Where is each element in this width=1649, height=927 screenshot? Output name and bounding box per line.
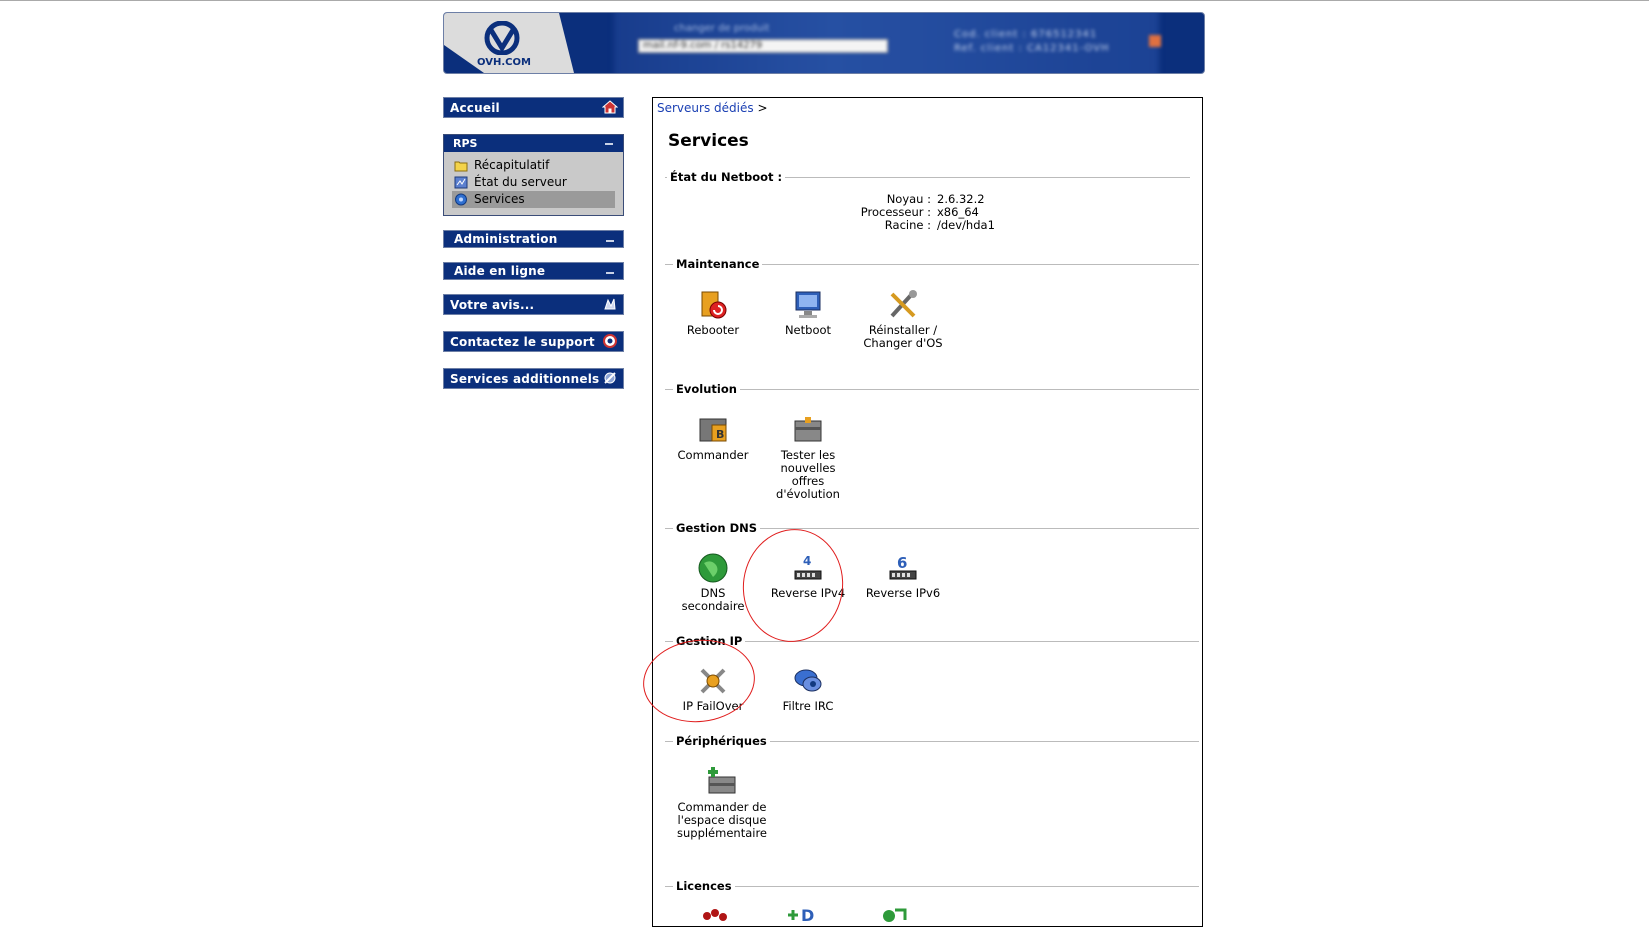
breadcrumb-link[interactable]: Serveurs dédiés xyxy=(657,101,754,115)
collapse-icon[interactable] xyxy=(606,240,614,242)
reverse-ipv6-icon: 6 xyxy=(889,554,917,580)
tile-reverse-ipv4[interactable]: 4 Reverse IPv4 xyxy=(763,551,853,600)
tools-icon xyxy=(890,290,917,318)
sidebar-item-administration[interactable]: Administration xyxy=(443,230,624,248)
tile-espace-disque[interactable]: Commander de l'espace disque supplémenta… xyxy=(674,765,770,840)
section-licences: Licences xyxy=(665,879,1199,893)
sidebar-item-aide[interactable]: Aide en ligne xyxy=(443,262,624,280)
collapse-icon[interactable] xyxy=(606,272,614,274)
rps-header[interactable]: RPS xyxy=(444,135,623,152)
section-peripheriques: Périphériques xyxy=(665,734,1199,748)
header-bar: OVH.COM changer de produit mail.nf-9.com… xyxy=(443,12,1205,74)
sidebar-item-additionnels[interactable]: Services additionnels xyxy=(443,368,624,389)
failover-icon xyxy=(700,668,726,694)
tile-reverse-ipv6[interactable]: 6 Reverse IPv6 xyxy=(858,551,948,600)
breadcrumb-separator: > xyxy=(757,101,768,115)
section-evolution: Evolution xyxy=(665,382,1199,396)
order-icon: B xyxy=(699,418,727,442)
collapse-icon[interactable] xyxy=(605,143,613,145)
sidebar-item-avis[interactable]: Votre avis... xyxy=(443,294,624,315)
sidebar-accueil-label: Accueil xyxy=(450,101,500,115)
svg-text:B: B xyxy=(716,428,724,441)
sidebar-item-accueil[interactable]: Accueil xyxy=(443,97,624,118)
svg-text:4: 4 xyxy=(803,554,811,568)
logo-tab[interactable]: OVH.COM xyxy=(444,13,574,73)
product-select[interactable]: mail.nf-9.com / rs14279 xyxy=(638,39,888,53)
section-netboot: État du Netboot : xyxy=(665,170,1190,184)
tile-tester-offres[interactable]: Tester les nouvelles offres d'évolution xyxy=(763,413,853,501)
client-code: Cod. client : 676512341 xyxy=(954,29,1098,40)
product-label: changer de produit xyxy=(674,23,770,34)
reboot-icon xyxy=(701,291,727,319)
client-ref: Ref. client : CA12341-OVH xyxy=(954,43,1110,54)
tile-reinstaller[interactable]: Réinstaller / Changer d'OS xyxy=(858,288,948,350)
tile-dns-secondaire[interactable]: DNS secondaire xyxy=(668,551,758,613)
feedback-icon xyxy=(604,298,616,310)
main-panel: Serveurs dédiés > Services État du Netbo… xyxy=(652,97,1203,927)
page-title: Services xyxy=(668,131,749,151)
section-ip: Gestion IP xyxy=(665,634,1199,648)
test-upgrade-icon xyxy=(794,417,822,442)
rps-menu: RPS Récapitulatif État du serveur Servic… xyxy=(443,134,624,216)
lifebuoy-icon xyxy=(603,334,617,348)
folder-icon xyxy=(454,161,468,172)
sidebar-item-services[interactable]: Services xyxy=(452,191,615,208)
sidebar-item-support[interactable]: Contactez le support xyxy=(443,331,624,352)
section-dns: Gestion DNS xyxy=(665,521,1199,535)
tile-filtre-irc[interactable]: Filtre IRC xyxy=(763,664,853,713)
monitor-icon xyxy=(795,291,821,318)
home-icon xyxy=(602,100,618,114)
add-disk-icon xyxy=(708,767,736,794)
chat-filter-icon xyxy=(794,669,822,692)
tile-ip-failover[interactable]: IP FailOver xyxy=(668,664,758,713)
tile-rebooter[interactable]: Rebooter xyxy=(668,288,758,337)
logo-text: OVH.COM xyxy=(477,57,531,68)
reverse-ipv4-icon: 4 xyxy=(794,554,822,580)
globe-icon xyxy=(698,553,728,583)
section-maintenance: Maintenance xyxy=(665,257,1199,271)
services-icon xyxy=(455,193,467,206)
logout-icon[interactable] xyxy=(1149,35,1161,47)
sidebar-item-etat-serveur[interactable]: État du serveur xyxy=(452,174,615,191)
svg-text:6: 6 xyxy=(897,554,907,572)
ovh-logo-icon xyxy=(484,21,520,55)
tile-netboot[interactable]: Netboot xyxy=(763,288,853,337)
tile-commander[interactable]: B Commander xyxy=(668,413,758,462)
sidebar-item-recapitulatif[interactable]: Récapitulatif xyxy=(452,157,615,174)
top-border xyxy=(0,0,1649,1)
rps-title: RPS xyxy=(453,137,478,150)
tools-icon xyxy=(604,372,616,384)
server-status-icon xyxy=(454,176,468,189)
breadcrumb: Serveurs dédiés > xyxy=(657,101,768,115)
